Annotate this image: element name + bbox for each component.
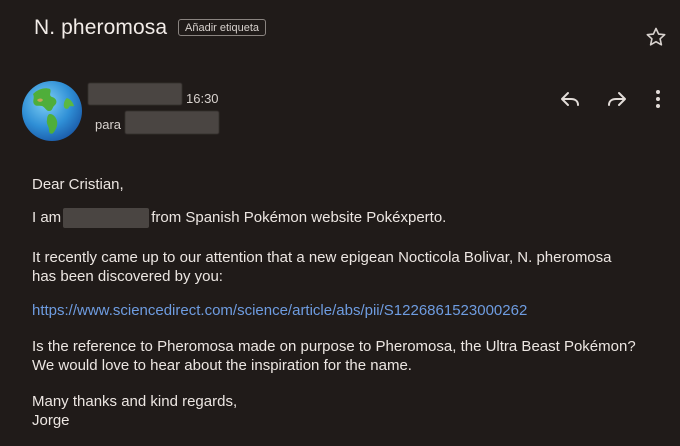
para3-line1: Is the reference to Pheromosa made on pu… — [32, 338, 636, 355]
para3-line2: We would love to hear about the inspirat… — [32, 357, 412, 374]
closing-line: Many thanks and kind regards, — [32, 393, 238, 410]
intro-line: I am from Spanish Pokémon website Pokéxpe… — [32, 208, 447, 229]
add-label-button[interactable]: Añadir etiqueta — [178, 19, 266, 36]
greeting: Dear Cristian, — [32, 176, 124, 193]
more-vert-icon[interactable] — [645, 86, 671, 112]
message-time: 16:30 — [186, 91, 219, 106]
reply-icon[interactable] — [557, 86, 583, 112]
star-icon[interactable] — [644, 25, 668, 49]
sender-name-redacted-inline — [63, 208, 150, 229]
article-link[interactable]: https://www.sciencedirect.com/science/ar… — [32, 301, 527, 321]
recipient-prefix: para — [95, 117, 122, 132]
intro-after: from Spanish Pokémon website Pokéxperto. — [151, 209, 447, 226]
sender-avatar-globe-icon — [22, 81, 82, 141]
forward-icon[interactable] — [604, 86, 630, 112]
recipient-redacted[interactable] — [125, 111, 219, 134]
sender-name-redacted — [88, 83, 182, 105]
signature: Jorge — [32, 412, 70, 429]
email-subject: N. pheromosa — [34, 16, 168, 39]
intro-before: I am — [32, 209, 62, 226]
para2-line2: has been discovered by you: — [32, 268, 223, 285]
para2-line1: It recently came up to our attention tha… — [32, 249, 612, 266]
